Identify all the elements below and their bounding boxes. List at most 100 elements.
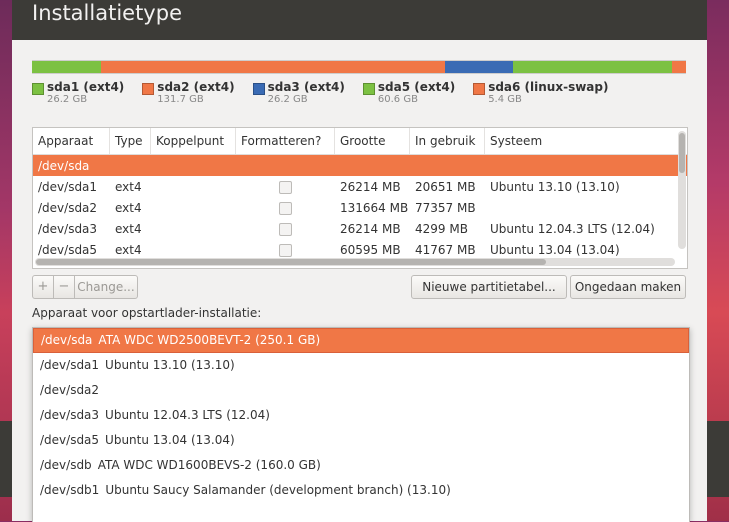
option-description: ATA WDC WD1600BEVS-2 (160.0 GB) [97,458,321,472]
option-device: /dev/sda2 [40,383,100,397]
used-cell: 4299 MB [415,221,468,236]
partition-segment-sda6 [671,61,686,73]
column-header-type[interactable]: Type [110,128,151,154]
partition-usage-bar [32,60,686,74]
legend-swatch [142,83,155,95]
partition-segment-sda1 [32,61,101,73]
format-checkbox[interactable] [279,243,292,257]
legend-name: sda3 (ext4) [267,80,345,94]
column-header-in-gebruik[interactable]: In gebruik [410,128,485,154]
legend-name: sda2 (ext4) [157,80,235,94]
partition-segment-sda5 [513,61,672,73]
horizontal-scroll-thumb[interactable] [36,259,546,265]
partition-segment-sda2 [100,61,445,73]
partition-table-header: Apparaat Type Koppelpunt Formatteren? Gr… [33,128,687,155]
format-checkbox[interactable] [279,222,292,236]
legend-swatch [252,83,265,95]
size-cell: 26214 MB [340,179,401,194]
legend-item: sda1 (ext4) 26.2 GB [32,80,124,105]
legend-swatch [473,83,486,95]
bootloader-option[interactable]: /dev/sda1 Ubuntu 13.10 (13.10) [33,353,689,378]
used-cell: 77357 MB [415,200,476,215]
change-partition-button[interactable]: Change... [75,276,137,298]
table-row[interactable]: /dev/sda1 ext4 26214 MB 20651 MB Ubuntu 13.1… [33,176,687,197]
column-header-koppelpunt[interactable]: Koppelpunt [151,128,236,154]
column-header-formatteren[interactable]: Formatteren? [236,128,335,154]
option-device: /dev/sdb1 [40,483,100,497]
partition-table[interactable]: Apparaat Type Koppelpunt Formatteren? Gr… [32,127,688,269]
legend-item: sda2 (ext4) 131.7 GB [142,80,235,105]
option-description: Ubuntu 13.10 (13.10) [105,358,235,372]
format-cell [236,201,335,215]
column-header-grootte[interactable]: Grootte [335,128,410,154]
format-checkbox[interactable] [279,180,292,194]
add-partition-button[interactable]: + [33,276,54,298]
format-cell [236,222,335,236]
device-cell: /dev/sda3 [38,221,98,236]
bootloader-option[interactable]: /dev/sdb ATA WDC WD1600BEVS-2 (160.0 GB) [33,453,689,478]
legend-item: sda3 (ext4) 26.2 GB [252,80,345,105]
legend-swatch [32,83,44,95]
format-cell [236,243,335,257]
bootloader-option[interactable]: /dev/sda5 Ubuntu 13.04 (13.04) [33,428,689,453]
legend-size: 26.2 GB [267,94,308,105]
option-device: /dev/sdb [40,458,92,472]
page-title: Installatietype [32,1,182,25]
legend-name: sda5 (ext4) [377,80,456,94]
bootloader-option[interactable]: /dev/sdb1 Ubuntu Saucy Salamander (develo… [33,478,689,503]
bootloader-device-dropdown[interactable]: /dev/sda ATA WDC WD2500BEVT-2 (250.1 GB) /… [32,327,690,522]
bootloader-option[interactable]: /dev/sda3 Ubuntu 12.04.3 LTS (12.04) [33,403,689,428]
format-cell [236,180,335,194]
option-device: /dev/sda5 [40,433,100,447]
size-cell: 131664 MB [340,200,409,215]
option-description: ATA WDC WD2500BEVT-2 (250.1 GB) [98,333,321,347]
type-cell: ext4 [115,242,142,257]
system-cell: Ubuntu 13.10 (13.10) [490,179,620,194]
legend-item: sda5 (ext4) 60.6 GB [362,80,456,105]
format-checkbox[interactable] [279,201,292,215]
desktop-panel-left [0,421,12,497]
bootloader-option[interactable]: /dev/sda2 [33,378,689,403]
legend-name: sda6 (linux-swap) [488,80,609,94]
bootloader-option[interactable]: /dev/sda ATA WDC WD2500BEVT-2 (250.1 GB) [33,328,689,353]
legend-size: 131.7 GB [157,94,204,105]
title-bar: Installatietype [12,0,707,40]
table-row[interactable]: /dev/sda3 ext4 26214 MB 4299 MB Ubuntu 12.04… [33,218,687,239]
vertical-scroll-thumb[interactable] [679,133,685,173]
bootloader-label: Apparaat voor opstartlader-installatie: [32,306,262,320]
column-header-apparaat[interactable]: Apparaat [33,128,110,154]
option-description: Ubuntu 13.04 (13.04) [105,433,235,447]
used-cell: 41767 MB [415,242,476,257]
system-cell: Ubuntu 13.04 (13.04) [490,242,620,257]
table-horizontal-scrollbar[interactable] [35,258,675,266]
used-cell: 20651 MB [415,179,476,194]
option-device: /dev/sda1 [40,358,100,372]
partition-edit-buttons: + − Change... [32,275,138,299]
legend-item: sda6 (linux-swap) 5.4 GB [473,80,608,105]
legend-swatch [362,83,375,95]
type-cell: ext4 [115,221,142,236]
device-cell: /dev/sda [38,158,90,173]
table-vertical-scrollbar[interactable] [678,131,686,249]
table-row[interactable]: /dev/sda2 ext4 131664 MB 77357 MB [33,197,687,218]
new-partition-table-button[interactable]: Nieuwe partitietabel... [411,275,567,299]
device-cell: /dev/sda1 [38,179,98,194]
table-row[interactable]: /dev/sda5 ext4 60595 MB 41767 MB Ubuntu 13.0… [33,239,687,260]
undo-button[interactable]: Ongedaan maken [570,275,686,299]
size-cell: 60595 MB [340,242,401,257]
option-device: /dev/sda3 [40,408,100,422]
device-cell: /dev/sda2 [38,200,98,215]
remove-partition-button[interactable]: − [54,276,75,298]
installer-window: Installatietype sda1 (ext4) 26.2 GB sda2 (… [12,0,707,522]
legend-name: sda1 (ext4) [47,80,125,94]
partition-legend: sda1 (ext4) 26.2 GB sda2 (ext4) 131.7 GB sda… [32,80,626,105]
partition-segment-sda3 [444,61,514,73]
device-cell: /dev/sda5 [38,242,98,257]
table-row-disk[interactable]: /dev/sda [33,155,687,176]
legend-size: 60.6 GB [377,94,418,105]
size-cell: 26214 MB [340,221,401,236]
column-header-systeem[interactable]: Systeem [485,128,655,154]
type-cell: ext4 [115,179,142,194]
type-cell: ext4 [115,200,142,215]
option-description: Ubuntu Saucy Salamander (development bra… [105,483,451,497]
